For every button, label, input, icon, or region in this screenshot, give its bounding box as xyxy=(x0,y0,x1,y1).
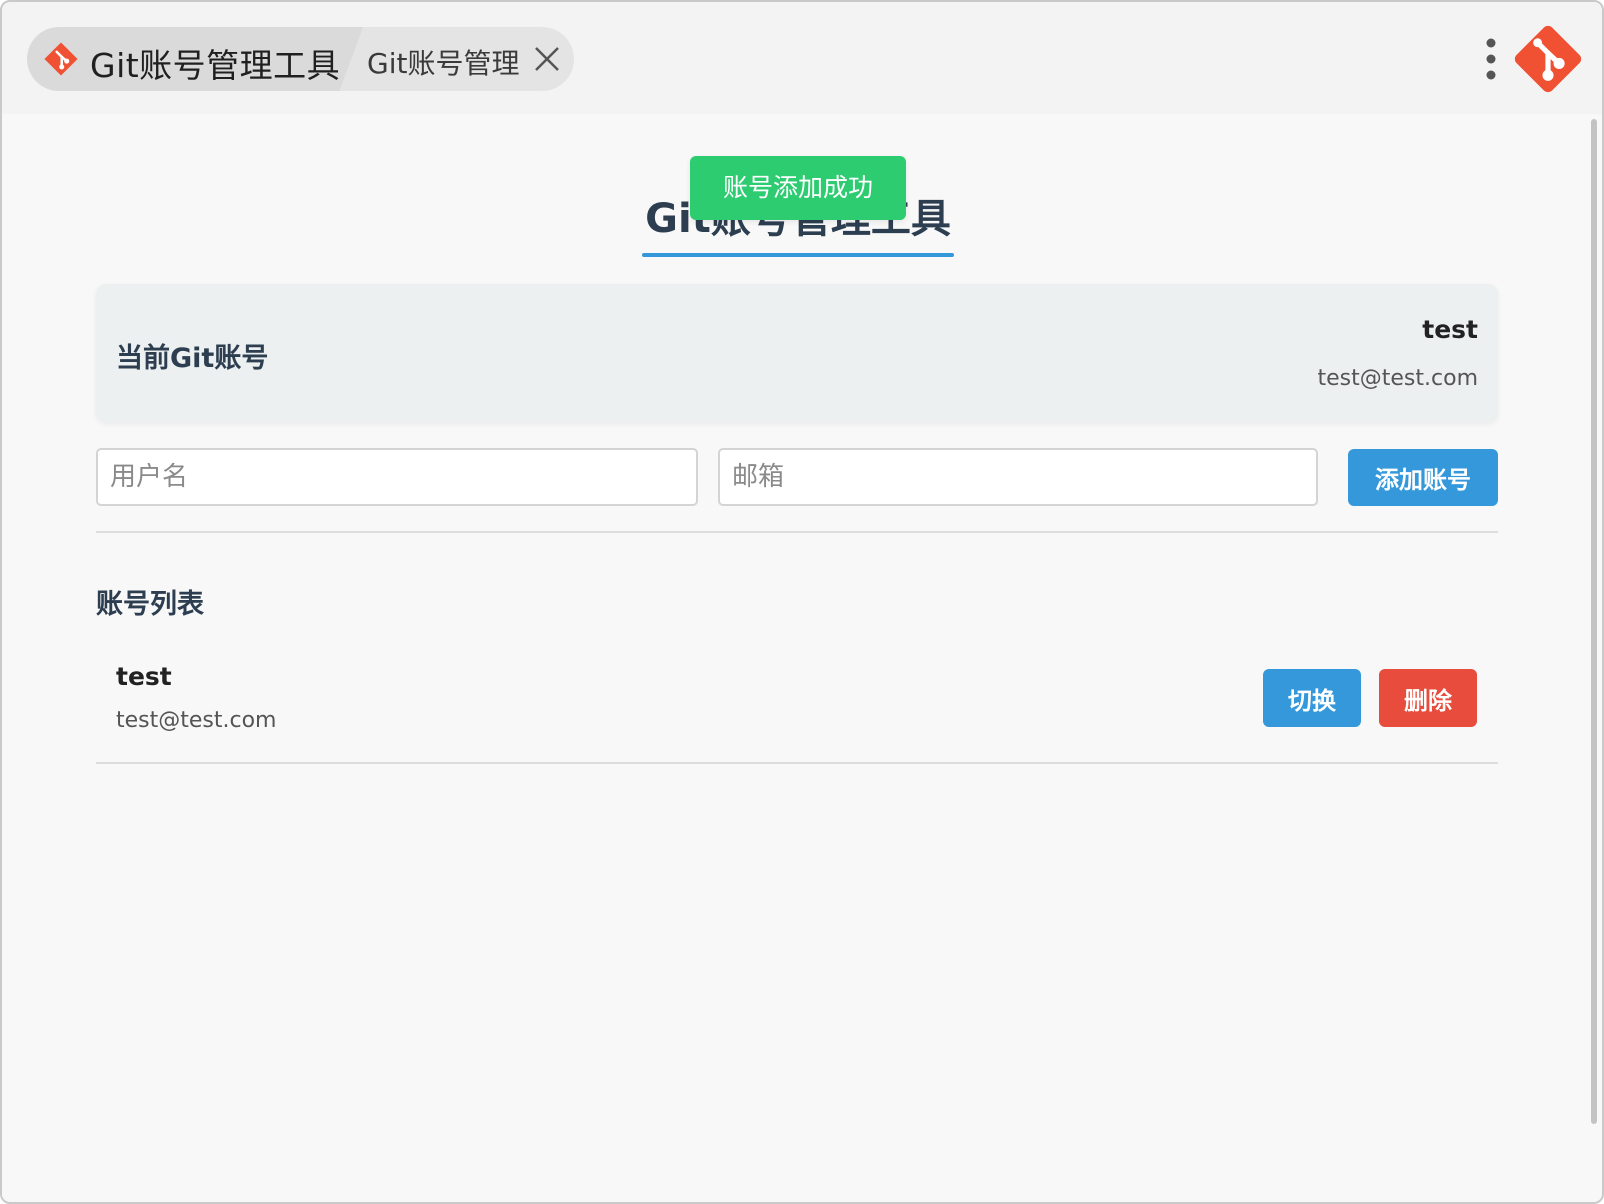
tab-title: Git账号管理 xyxy=(367,47,520,80)
divider xyxy=(96,762,1498,764)
close-icon[interactable] xyxy=(533,45,561,73)
current-account-label: 当前Git账号 xyxy=(116,343,269,374)
git-logo-icon xyxy=(44,42,78,76)
delete-account-button[interactable]: 删除 xyxy=(1379,669,1477,727)
git-logo-icon xyxy=(1514,25,1582,93)
add-account-button[interactable]: 添加账号 xyxy=(1348,449,1498,506)
account-name: test xyxy=(116,662,172,691)
current-account-card: 当前Git账号 test test@test.com xyxy=(96,284,1498,422)
email-input[interactable] xyxy=(718,448,1318,506)
username-input[interactable] xyxy=(96,448,698,506)
more-vertical-icon[interactable] xyxy=(1484,38,1498,80)
divider xyxy=(96,531,1498,533)
switch-account-button[interactable]: 切换 xyxy=(1263,669,1361,727)
current-account-email: test@test.com xyxy=(1317,366,1478,391)
title-underline xyxy=(642,253,954,257)
tab-git-account-tool[interactable]: Git账号管理工具 xyxy=(27,27,363,91)
account-email: test@test.com xyxy=(116,708,277,733)
current-account-name: test xyxy=(1422,315,1478,344)
vertical-scrollbar[interactable] xyxy=(1591,119,1597,1124)
tab-group: Git账号管理工具 Git账号管理 xyxy=(27,27,574,91)
account-list-heading: 账号列表 xyxy=(96,589,204,620)
main-content: Git账号管理工具 账号添加成功 当前Git账号 test test@test.… xyxy=(2,114,1590,1202)
tab-title: Git账号管理工具 xyxy=(90,46,341,85)
success-toast: 账号添加成功 xyxy=(690,156,906,220)
app-window: Git账号管理工具 Git账号管理 Git账号管理工具 xyxy=(0,0,1604,1204)
title-bar: Git账号管理工具 Git账号管理 xyxy=(2,2,1602,114)
